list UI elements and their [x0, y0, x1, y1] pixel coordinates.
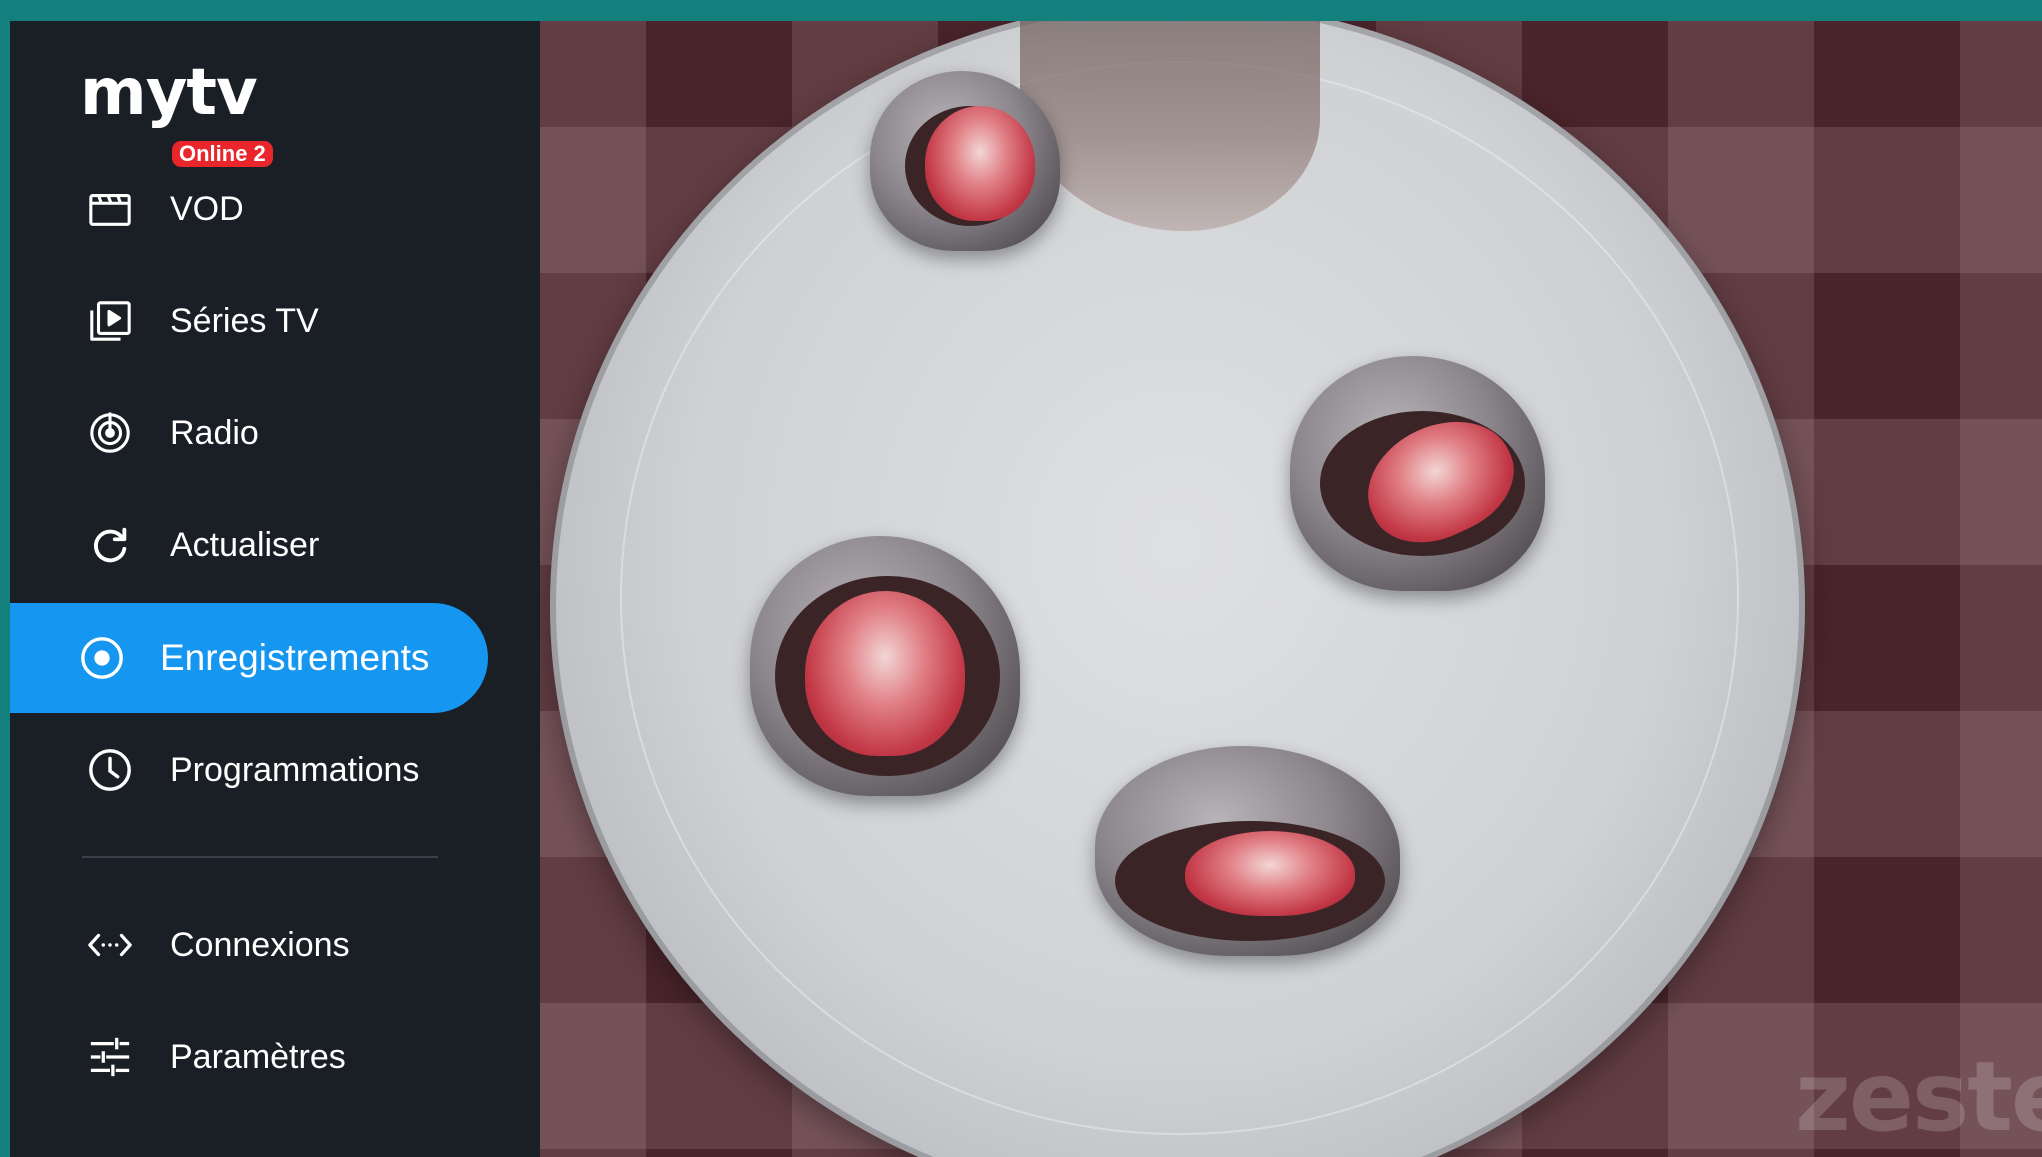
menu-item-parametres[interactable]: Paramètres — [10, 1002, 488, 1112]
clock-icon — [86, 746, 134, 794]
menu-item-enregistrements[interactable]: Enregistrements — [10, 603, 488, 713]
menu-item-programmations[interactable]: Programmations — [10, 715, 488, 825]
connections-icon — [86, 921, 134, 969]
menu-label-radio: Radio — [170, 413, 259, 452]
menu-item-connexions[interactable]: Connexions — [10, 890, 488, 1000]
menu-item-radio[interactable]: Radio — [10, 378, 488, 488]
menu-item-series-tv[interactable]: Séries TV — [10, 266, 488, 376]
play-library-icon — [86, 297, 134, 345]
video-player[interactable]: zeste — [540, 21, 2042, 1157]
mochi-image-1 — [870, 71, 1060, 251]
radio-icon — [86, 409, 134, 457]
menu-item-vod[interactable]: VOD — [10, 154, 488, 264]
logo-wordmark: mytv — [80, 56, 258, 130]
menu-label-parametres: Paramètres — [170, 1037, 346, 1076]
settings-sliders-icon — [86, 1033, 134, 1081]
menu-label-actualiser: Actualiser — [170, 525, 320, 564]
mochi-image-4 — [1095, 746, 1400, 956]
menu-label-enregistrements: Enregistrements — [160, 637, 430, 678]
menu-label-connexions: Connexions — [170, 925, 350, 964]
clapperboard-icon — [86, 185, 134, 233]
channel-watermark: zeste — [1795, 1041, 2042, 1153]
menu-label-programmations: Programmations — [170, 750, 420, 789]
menu-item-actualiser[interactable]: Actualiser — [10, 490, 488, 600]
menu-label-series-tv: Séries TV — [170, 301, 319, 340]
app-screen: zeste mytv Online 2 VOD — [10, 21, 2042, 1157]
record-icon — [78, 634, 126, 682]
side-menu: mytv Online 2 VOD Séries TV Radio Actual… — [10, 21, 540, 1157]
menu-label-vod: VOD — [170, 189, 244, 228]
refresh-icon — [86, 521, 134, 569]
menu-divider — [82, 856, 438, 858]
